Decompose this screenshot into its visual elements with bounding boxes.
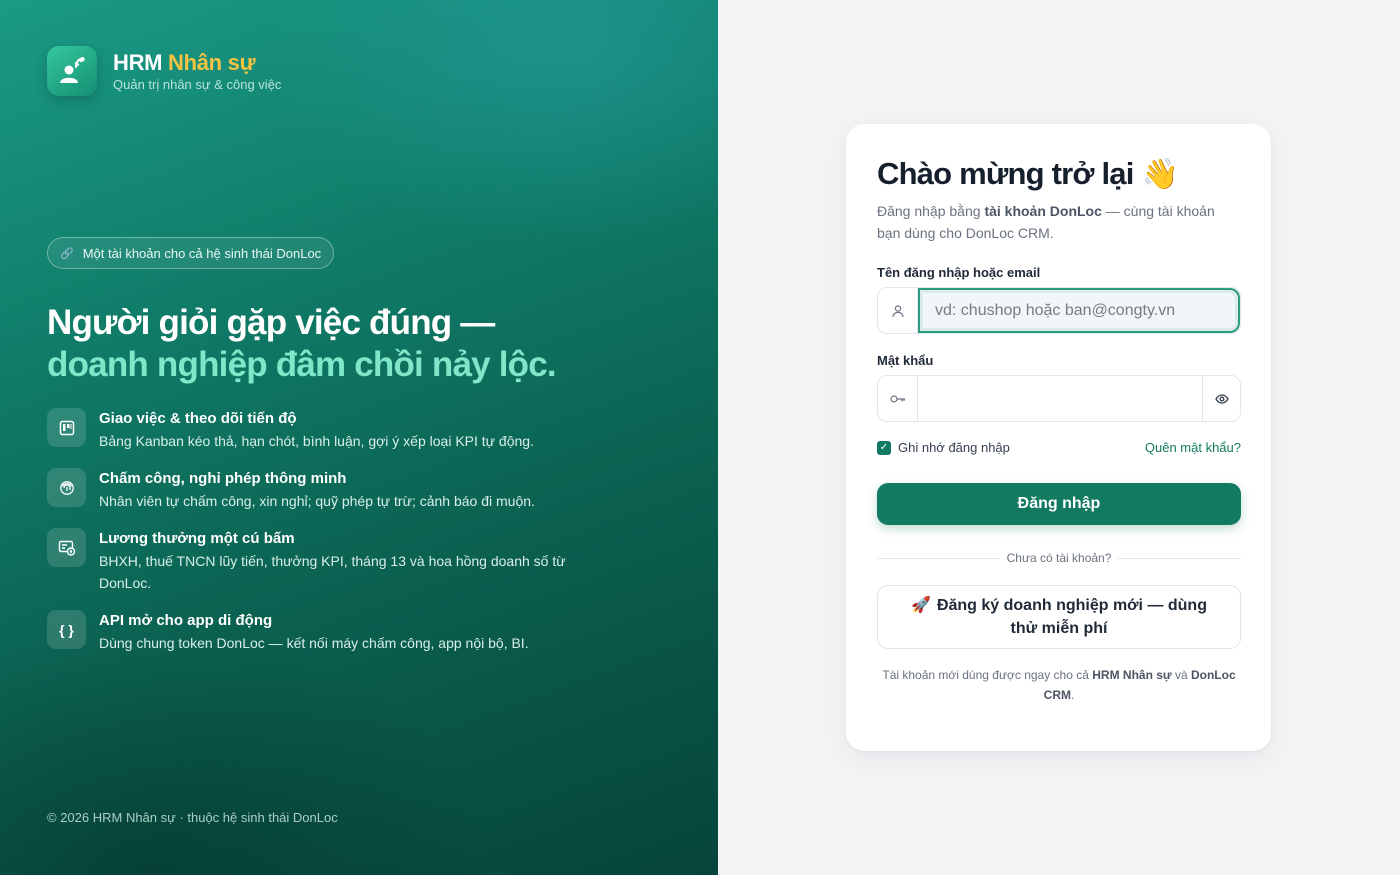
feature-title: Chấm công, nghỉ phép thông minh <box>99 470 347 487</box>
forgot-password-link[interactable]: Quên mật khẩu? <box>1145 440 1241 455</box>
feature-item: Chấm công, nghỉ phép thông minh Nhân viê… <box>47 468 607 512</box>
waving-hand-icon: 👋 <box>1141 157 1179 191</box>
username-input[interactable] <box>918 288 1240 333</box>
feature-item: { } API mở cho app di động Dùng chung to… <box>47 610 607 654</box>
user-icon <box>878 288 918 333</box>
feature-desc: BHXH, thuế TNCN lũy tiến, thưởng KPI, th… <box>99 553 566 591</box>
login-intro: Đăng nhập bằng tài khoản DonLoc — cùng t… <box>877 203 1215 241</box>
login-card: Chào mừng trở lại 👋 Đăng nhập bằng tài kh… <box>846 124 1271 751</box>
divider: Chưa có tài khoản? <box>877 551 1241 565</box>
ecosystem-pill: 🔗 Một tài khoản cho cả hệ sinh thái DonL… <box>47 237 335 269</box>
headline-line-1: Người giỏi gặp việc đúng — <box>47 303 495 342</box>
feature-title: Giao việc & theo dõi tiến độ <box>99 410 297 427</box>
password-input[interactable] <box>918 376 1202 421</box>
password-label: Mật khẩu <box>877 353 934 368</box>
feature-desc: Bảng Kanban kéo thả, hạn chót, bình luận… <box>99 433 534 449</box>
link-icon: 🔗 <box>60 247 74 260</box>
hero-panel: HRM Nhân sự Quản trị nhân sự & công việc… <box>0 0 718 875</box>
feature-item: Giao việc & theo dõi tiến độ Bảng Kanban… <box>47 408 607 452</box>
brand-logo-icon <box>47 46 97 96</box>
brand-subtitle: Quản trị nhân sự & công việc <box>113 77 282 92</box>
feature-desc: Nhân viên tự chấm công, xin nghỉ; quỹ ph… <box>99 493 535 509</box>
show-password-eye-icon[interactable] <box>1202 376 1240 421</box>
hero-headline: Người giỏi gặp việc đúng — doanh nghiệp … <box>47 302 557 386</box>
feature-title: API mở cho app di động <box>99 612 273 629</box>
remember-me[interactable]: ✓ Ghi nhớ đăng nhập <box>877 440 1010 455</box>
feature-list: Giao việc & theo dõi tiến độ Bảng Kanban… <box>47 408 607 670</box>
fingerprint-icon <box>47 468 86 507</box>
remember-me-checkbox[interactable]: ✓ <box>877 440 891 455</box>
feature-title: Lương thưởng một cú bấm <box>99 530 295 547</box>
copyright: © 2026 HRM Nhân sự · thuộc hệ sinh thái … <box>47 810 338 825</box>
password-input-group <box>877 375 1241 422</box>
ecosystem-pill-label: Một tài khoản cho cả hệ sinh thái DonLoc <box>82 245 322 261</box>
key-icon <box>878 376 918 421</box>
headline-line-2: doanh nghiệp đâm chồi nảy lộc. <box>47 345 557 384</box>
feature-item: Lương thưởng một cú bấm BHXH, thuế TNCN … <box>47 528 607 594</box>
login-title: Chào mừng trở lại 👋 <box>877 156 1179 191</box>
brand-name: HRM Nhân sự <box>113 50 256 75</box>
feature-desc: Dùng chung token DonLoc — kết nối máy ch… <box>99 635 529 651</box>
username-input-group <box>877 287 1241 334</box>
payroll-icon <box>47 528 86 567</box>
api-braces-icon: { } <box>47 610 86 649</box>
username-label: Tên đăng nhập hoặc email <box>877 265 1041 280</box>
rocket-icon: 🚀 <box>911 597 931 614</box>
remember-me-label: Ghi nhớ đăng nhập <box>898 440 1010 455</box>
brand[interactable]: HRM Nhân sự Quản trị nhân sự & công việc <box>47 46 281 96</box>
login-button[interactable]: Đăng nhập <box>877 483 1241 525</box>
account-note: Tài khoản mới dùng được ngay cho cả HRM … <box>882 668 1236 702</box>
kanban-icon <box>47 408 86 447</box>
no-account-label: Chưa có tài khoản? <box>1000 551 1118 565</box>
register-business-button[interactable]: 🚀 Đăng ký doanh nghiệp mới — dùng thử miễ… <box>877 585 1241 649</box>
register-label: Đăng ký doanh nghiệp mới — dùng thử miễn… <box>936 597 1207 637</box>
